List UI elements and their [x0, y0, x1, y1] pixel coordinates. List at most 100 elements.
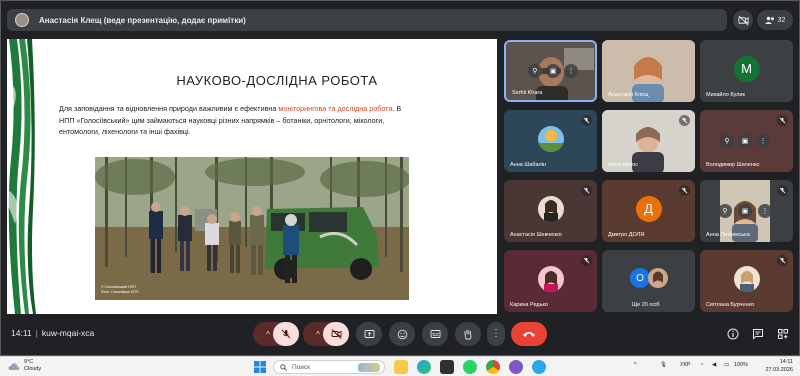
avatar-image [733, 265, 760, 292]
presenter-bar[interactable]: Анастасія Клещ (веде презентацію, додає … [7, 9, 727, 31]
avatar: О [630, 268, 650, 288]
more-options-button[interactable]: ⋮ [487, 322, 505, 346]
store-app-icon[interactable] [440, 360, 454, 374]
participant-tile-anna-shabalin[interactable]: Анна Шабалін [504, 110, 597, 172]
participant-name: Анна Литвинська [706, 232, 750, 238]
chevron-up-icon[interactable]: ^ [316, 330, 320, 339]
participant-name: Світлана Бурченко [706, 302, 755, 308]
participant-tile-alla-nekos[interactable]: Алла Некос [602, 110, 695, 172]
raise-hand-button[interactable] [455, 322, 481, 346]
meeting-info: 14:11 | kuw-mqai-xca [11, 328, 95, 338]
taskbar-search[interactable]: Поиск [273, 360, 385, 374]
chat-button[interactable] [750, 326, 766, 342]
participant-name: Анастасія Клещ [608, 92, 649, 98]
more-vert-icon: ⋮ [491, 328, 501, 339]
present-screen-icon [364, 330, 374, 338]
camera-toggle-button[interactable] [323, 322, 349, 346]
mic-off-icon [777, 185, 788, 196]
present-button[interactable] [356, 322, 382, 346]
activities-button[interactable] [775, 326, 791, 342]
pin-icon[interactable]: ⚲ [528, 64, 542, 78]
mic-off-icon [679, 185, 690, 196]
file-explorer-icon[interactable] [394, 360, 408, 374]
fit-icon[interactable]: ▣ [546, 64, 560, 78]
viber-icon[interactable] [509, 360, 523, 374]
forest-photo: © Голосіївський НПП Фото: Голосіївськ НПП [95, 157, 409, 300]
end-call-icon [523, 332, 535, 337]
avatar-image [537, 195, 564, 222]
participant-tile-volodymyr-shylenko[interactable]: ⚲ ▣ ⋮ Володимир Шиленко [700, 110, 793, 172]
participant-name: Алла Некос [608, 162, 638, 168]
leave-call-button[interactable] [511, 322, 547, 346]
volume-icon[interactable]: ◀ [712, 362, 716, 368]
captions-icon [430, 330, 440, 338]
photo-credit: © Голосіївський НПП Фото: Голосіївськ НПП [101, 285, 139, 294]
fit-icon[interactable]: ▣ [738, 134, 752, 148]
participant-tile-svitlana-burchenko[interactable]: Світлана Бурченко [700, 250, 793, 312]
windows-start-icon[interactable] [254, 361, 266, 373]
participant-tile-anna-lytvynska[interactable]: ⚲ ▣ ⋮ Анна Литвинська [700, 180, 793, 242]
avatar-image [537, 265, 564, 292]
mic-off-icon [777, 115, 788, 126]
weather-widget[interactable]: 9°C Cloudy [8, 359, 41, 373]
people-count: 32 [777, 16, 786, 24]
search-placeholder: Поиск [292, 363, 311, 371]
chevron-up-icon[interactable]: ^ [266, 330, 270, 339]
whatsapp-icon[interactable] [463, 360, 477, 374]
people-icon [764, 16, 774, 24]
emoji-icon [397, 329, 407, 339]
presentation-slide: НАУКОВО-ДОСЛІДНА РОБОТА Для заповідання … [7, 39, 497, 314]
search-highlight-icon [358, 362, 380, 372]
participant-tile-anastasiia-shevchenko[interactable]: Анастасія Шевченко [504, 180, 597, 242]
hand-icon [464, 329, 472, 339]
more-people-label: Ще 20 осіб [632, 302, 660, 308]
reactions-button[interactable] [389, 322, 415, 346]
keyboard-language[interactable]: УКР [680, 362, 690, 368]
more-options-icon[interactable]: ⋮ [756, 134, 770, 148]
more-options-icon[interactable]: ⋮ [758, 204, 772, 218]
camera-off-icon [331, 329, 341, 339]
mic-off-icon [581, 255, 592, 266]
wifi-icon[interactable]: ◔ [700, 362, 703, 368]
mic-toggle-button[interactable] [273, 322, 299, 346]
edge-browser-icon[interactable] [417, 360, 431, 374]
captions-button[interactable] [422, 322, 448, 346]
participant-tile-anastasiia-kleshch[interactable]: Анастасія Клещ [602, 40, 695, 102]
participant-tile-serhii-khara[interactable]: ⚲ ▣ ⋮ Serhii Khara [504, 40, 597, 102]
meet-window: Анастасія Клещ (веде презентацію, додає … [0, 0, 800, 356]
microphone-tray-icon[interactable]: 🎙 [660, 362, 667, 368]
weather-desc: Cloudy [24, 366, 42, 372]
participant-tile-mykhailo-kulyk[interactable]: М Михайло Кулик [700, 40, 793, 102]
telegram-icon[interactable] [532, 360, 546, 374]
mic-off-icon [581, 185, 592, 196]
participant-name: Serhii Khara [512, 90, 543, 96]
participant-tile-more-people[interactable]: О Ще 20 осіб [602, 250, 695, 312]
participant-name: Михайло Кулик [706, 92, 745, 98]
pin-icon[interactable]: ⚲ [720, 134, 734, 148]
battery-icon[interactable]: ▭ [724, 362, 729, 368]
pin-icon[interactable]: ⚲ [718, 204, 732, 218]
meeting-details-button[interactable] [725, 326, 741, 342]
hide-self-view-button[interactable] [733, 10, 753, 30]
camera-off-icon [737, 15, 749, 25]
participant-tile-dmytro-dolia[interactable]: Д Дмитро ДОЛЯ [602, 180, 695, 242]
mic-off-icon [777, 255, 788, 266]
fit-icon[interactable]: ▣ [738, 204, 752, 218]
participant-name: Анна Шабалін [510, 162, 546, 168]
para-pre: Для заповідання та відновлення природи в… [59, 104, 279, 113]
cloud-icon [8, 362, 20, 370]
avatar-image [648, 268, 668, 288]
people-count-button[interactable]: 32 [757, 10, 793, 30]
chevron-up-icon[interactable]: ^ [634, 362, 637, 368]
mic-off-icon [281, 329, 291, 339]
grass-decoration [7, 39, 36, 314]
meeting-time: 14:11 [11, 328, 32, 338]
avatar: Д [635, 195, 662, 222]
presenter-avatar [15, 13, 29, 27]
more-options-icon[interactable]: ⋮ [564, 64, 578, 78]
chrome-browser-icon[interactable] [486, 360, 500, 374]
meeting-code: kuw-mqai-xca [41, 328, 95, 338]
participant-tile-karyna-redko[interactable]: Карина Редько [504, 250, 597, 312]
system-clock[interactable]: 14:11 27.03.2026 [753, 359, 793, 374]
presenter-label: Анастасія Клещ (веде презентацію, додає … [39, 15, 246, 25]
